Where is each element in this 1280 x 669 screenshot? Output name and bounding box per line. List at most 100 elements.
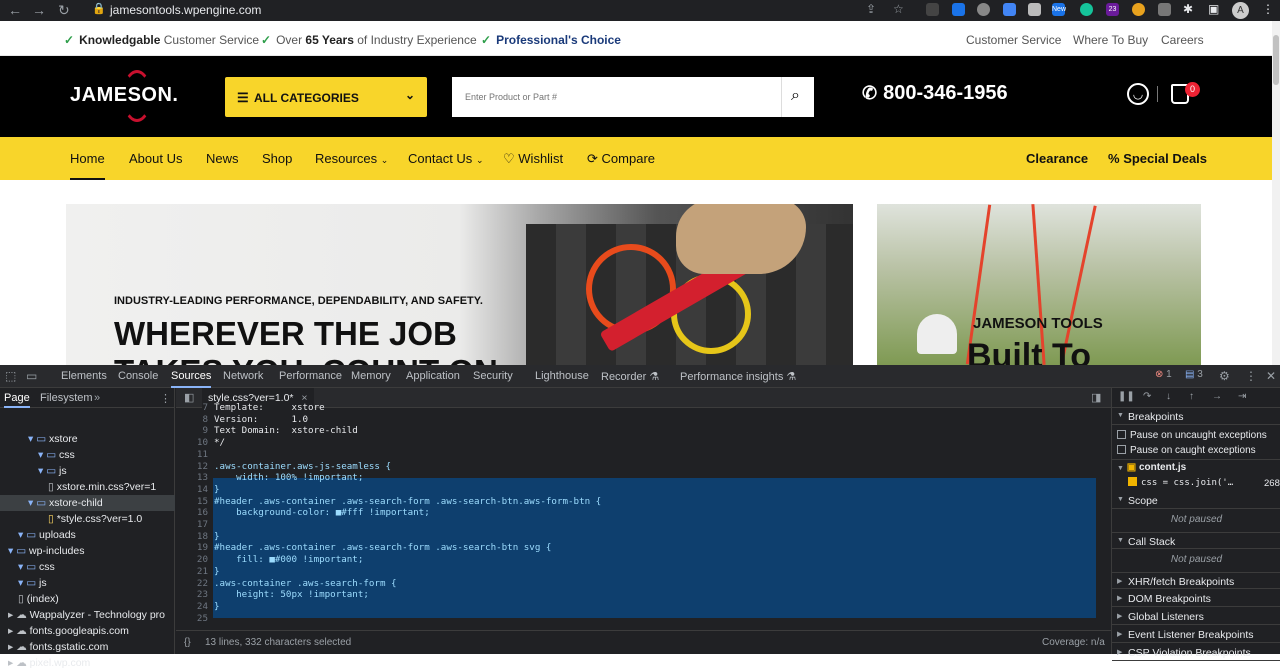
address-bar[interactable]: jamesontools.wpengine.com [110,3,261,17]
extension-badge-icon[interactable]: 23 [1106,3,1119,16]
scrollbar-thumb[interactable] [1273,35,1279,85]
back-icon[interactable]: ← [8,2,22,18]
tab-network[interactable]: Network [223,370,263,382]
xhr-breakpoints-section[interactable]: ▶ XHR/fetch Breakpoints [1112,572,1280,589]
bookmark-star-icon[interactable]: ☆ [893,2,904,16]
tab-security[interactable]: Security [473,370,513,382]
deactivate-breakpoints-icon[interactable]: ⇥ [1238,391,1246,402]
tab-memory[interactable]: Memory [351,370,391,382]
tab-page[interactable]: Page [4,392,30,408]
format-icon[interactable]: {} [184,637,191,648]
nav-wishlist[interactable]: ♡ Wishlist [503,151,563,167]
extension-icon[interactable] [926,3,939,16]
tab-lighthouse[interactable]: Lighthouse [535,370,589,382]
tab-sources[interactable]: Sources [171,370,212,388]
breakpoint-file[interactable]: ▼ ▣ content.js [1117,462,1186,473]
extension-camera-icon[interactable] [1028,3,1041,16]
hero-banner[interactable]: INDUSTRY-LEADING PERFORMANCE, DEPENDABIL… [66,204,853,365]
profile-avatar[interactable]: A [1232,2,1249,19]
pause-caught-checkbox[interactable]: Pause on caught exceptions [1117,445,1256,456]
pause-uncaught-checkbox[interactable]: Pause on uncaught exceptions [1117,430,1267,441]
nav-about-us[interactable]: About Us [129,151,182,166]
tree-item[interactable]: ▾ ▭ js [38,465,67,477]
extension-globe-icon[interactable] [977,3,990,16]
tree-item[interactable]: ▾ ▭ css [38,449,75,461]
nav-clearance[interactable]: Clearance [1026,151,1088,166]
extensions-puzzle-icon[interactable]: ✱ [1183,2,1193,16]
error-count[interactable]: ⊗ 1 [1155,369,1172,380]
careers-link[interactable]: Careers [1161,33,1204,47]
step-out-icon[interactable]: ↑ [1189,391,1194,402]
tab-performance-insights[interactable]: Performance insights ⚗ [680,370,796,383]
toggle-debugger-icon[interactable]: ◨ [1091,391,1101,404]
tab-recorder[interactable]: Recorder ⚗ [601,370,659,383]
tree-item[interactable]: ▾ ▭ wp-includes [8,545,84,557]
extension-moon-icon[interactable] [1132,3,1145,16]
browser-menu-icon[interactable]: ⋮ [1262,2,1274,16]
forward-icon[interactable]: → [32,2,46,18]
step-into-icon[interactable]: ↓ [1166,391,1171,402]
tree-item[interactable]: ▾ ▭ js [18,577,47,589]
jameson-logo[interactable]: JAMESON. [70,70,178,122]
nav-special-deals[interactable]: % Special Deals [1108,151,1207,166]
where-to-buy-link[interactable]: Where To Buy [1073,33,1148,47]
tree-item[interactable]: ▾ ▭ css [18,561,55,573]
pause-icon[interactable]: ❚❚ [1118,391,1135,402]
tree-item[interactable]: ▾ ▭ xstore-child [28,497,103,509]
dom-breakpoints-section[interactable]: ▶ DOM Breakpoints [1112,590,1280,607]
nav-resources[interactable]: Resources ⌄ [315,151,388,166]
csp-breakpoints-section[interactable]: ▶ CSP Violation Breakpoints [1112,644,1280,661]
nav-contact-us[interactable]: Contact Us ⌄ [408,151,483,166]
devtools-close-icon[interactable]: ✕ [1266,369,1276,383]
sidepanel-icon[interactable]: ▣ [1208,2,1219,16]
device-toggle-icon[interactable]: ▭ [26,369,37,383]
extension-translate-icon[interactable] [1003,3,1016,16]
page-scrollbar[interactable] [1272,21,1280,365]
nav-shop[interactable]: Shop [262,151,292,166]
nav-home[interactable]: Home [70,151,105,180]
devtools-menu-icon[interactable]: ⋮ [1245,369,1257,383]
tree-item[interactable]: ▸ ☁ fonts.googleapis.com [8,625,129,637]
tab-application[interactable]: Application [406,370,460,382]
tab-console[interactable]: Console [118,370,158,382]
code-area[interactable]: 7 Template: xstore 8 Version: 1.0 9 Text Doma… [176,402,1111,630]
tree-item[interactable]: ▸ ☁ pixel.wp.com [8,657,90,669]
nav-news[interactable]: News [206,151,239,166]
tree-item[interactable]: ▯ (index) [18,593,59,605]
breakpoints-section[interactable]: ▼ Breakpoints [1112,408,1280,425]
nav-compare[interactable]: ⟳ Compare [587,151,655,167]
all-categories-button[interactable]: ☰ ALL CATEGORIES ⌄ [225,77,427,117]
scope-section[interactable]: ▼ Scope [1112,492,1280,509]
global-listeners-section[interactable]: ▶ Global Listeners [1112,608,1280,625]
navigator-menu-icon[interactable]: ⋮ [160,392,171,405]
share-icon[interactable]: ⇪ [866,2,876,16]
account-icon[interactable]: ◡ [1127,83,1149,105]
tree-item[interactable]: ▾ ▭ uploads [18,529,76,541]
tab-filesystem[interactable]: Filesystem [40,392,93,404]
message-count[interactable]: ▤ 3 [1185,369,1203,380]
extension-doc-icon[interactable] [952,3,965,16]
tree-item[interactable]: ▸ ☁ fonts.gstatic.com [8,641,108,653]
tab-elements[interactable]: Elements [61,370,107,382]
tab-performance[interactable]: Performance [279,370,342,382]
lock-icon[interactable]: 🔒 [92,2,106,15]
inspect-icon[interactable]: ⬚ [5,369,16,383]
product-search-input[interactable] [452,77,781,117]
extension-bot-icon[interactable] [1158,3,1171,16]
tree-item[interactable]: ▯ *style.css?ver=1.0 [48,513,142,525]
phone-number[interactable]: ✆ 800-346-1956 [862,82,1008,105]
breakpoint-entry[interactable]: css = css.join('… [1128,477,1233,488]
tree-item[interactable]: ▸ ☁ Wappalyzer - Technology pro [8,609,165,621]
devtools-settings-icon[interactable]: ⚙ [1219,369,1230,383]
customer-service-link[interactable]: Customer Service [966,33,1061,47]
step-icon[interactable]: → [1212,391,1222,402]
tree-item[interactable]: ▯ xstore.min.css?ver=1 [48,481,156,493]
extension-new-icon[interactable]: New [1052,3,1066,16]
event-listener-breakpoints-section[interactable]: ▶ Event Listener Breakpoints [1112,626,1280,643]
grammarly-icon[interactable] [1080,3,1093,16]
search-button[interactable]: ⌕ [781,77,814,117]
reload-icon[interactable]: ↻ [58,2,70,19]
call-stack-section[interactable]: ▼ Call Stack [1112,532,1280,549]
side-banner[interactable]: JAMESON TOOLS Built To [877,204,1201,365]
tree-item[interactable]: ▾ ▭ xstore [28,433,78,445]
